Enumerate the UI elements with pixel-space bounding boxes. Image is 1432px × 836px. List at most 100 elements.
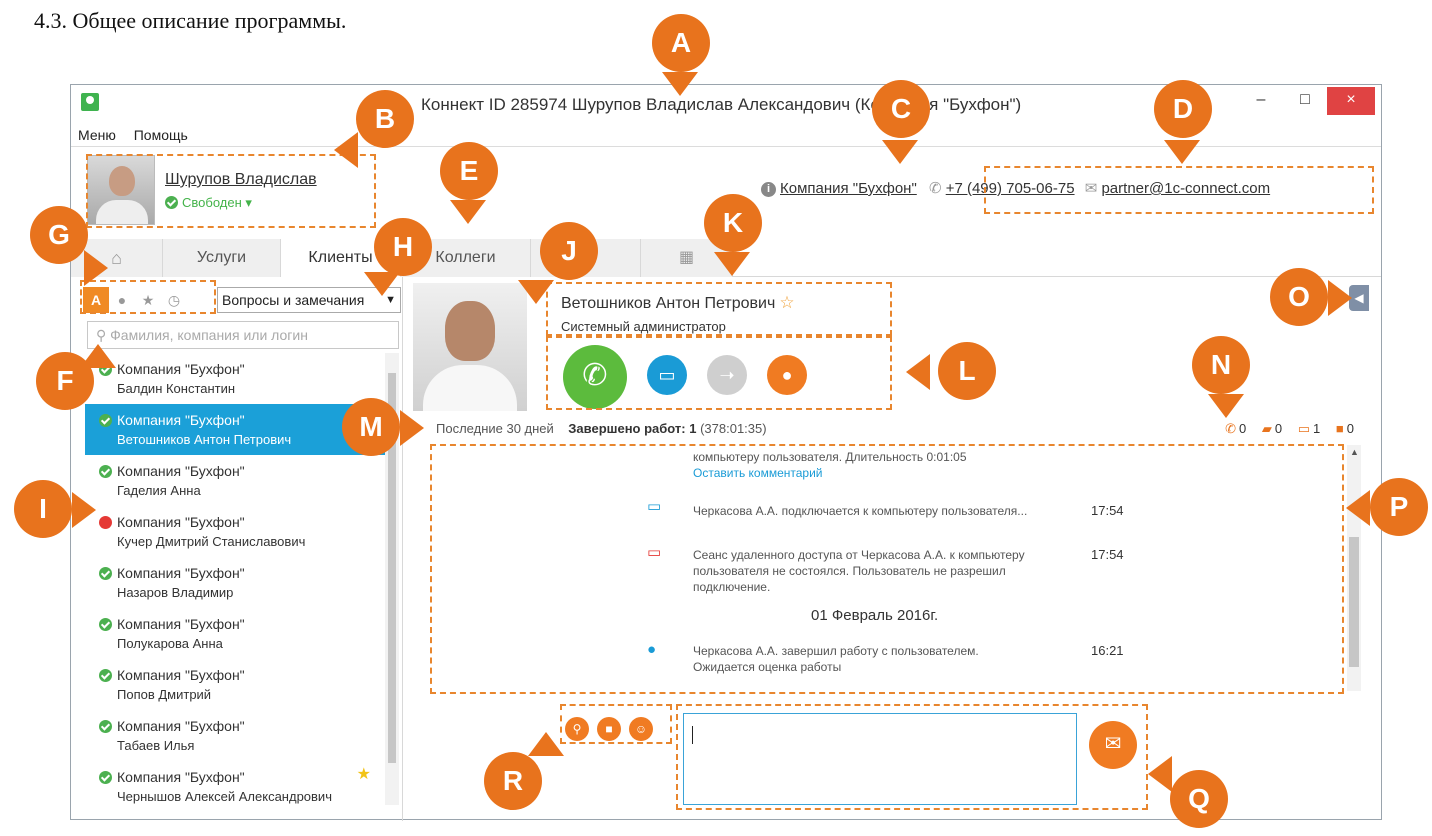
arrow-right-icon <box>84 250 108 286</box>
list-item[interactable]: Компания "Бухфон" Ветошников Антон Петров… <box>85 404 385 455</box>
favorite-star-icon[interactable]: ★ <box>357 765 371 785</box>
arrow-right-icon <box>72 492 96 528</box>
list-item[interactable]: Компания "Бухфон" Гаделия Анна <box>85 455 385 506</box>
chats-count: 0 <box>1274 421 1283 436</box>
arrow-left-icon <box>1346 490 1370 526</box>
pane-divider[interactable] <box>402 277 403 821</box>
online-status-icon <box>99 414 112 427</box>
remote-desktop-icon: ▭ <box>1297 421 1311 436</box>
annotation-marker: I <box>14 480 72 538</box>
calls-count: 0 <box>1239 421 1247 436</box>
contact-company: Компания "Бухфон" <box>117 514 245 530</box>
annotation-frame-d <box>984 166 1374 214</box>
arrow-down-icon <box>364 272 400 296</box>
arrow-right-icon <box>400 410 424 446</box>
maximize-button[interactable]: □ <box>1283 87 1327 115</box>
arrow-left-icon <box>1148 756 1172 792</box>
arrow-up-icon <box>80 344 116 368</box>
contacts-list: Компания "Бухфон" Балдин Константин Компа… <box>85 353 385 805</box>
contact-company: Компания "Бухфон" <box>117 769 245 785</box>
collapse-panel-button[interactable]: ◀ <box>1349 285 1369 311</box>
annotation-marker: E <box>440 142 498 200</box>
annotation-marker: B <box>356 90 414 148</box>
annotation-marker: M <box>342 398 400 456</box>
arrow-down-icon <box>714 252 750 276</box>
window-title: Коннект ID 285974 Шурупов Владислав Алек… <box>421 95 1022 114</box>
contact-name: Балдин Константин <box>117 381 236 396</box>
contact-company: Компания "Бухфон" <box>117 565 245 581</box>
annotation-marker: D <box>1154 80 1212 138</box>
document-heading: 4.3. Общее описание программы. <box>34 8 347 33</box>
menu-item-menu[interactable]: Меню <box>71 123 123 147</box>
contact-photo <box>413 283 527 411</box>
close-button[interactable]: × <box>1327 87 1375 115</box>
contact-company: Компания "Бухфон" <box>117 667 245 683</box>
annotation-marker: O <box>1270 268 1328 326</box>
chevron-left-icon: ◀ <box>1354 291 1364 305</box>
online-status-icon <box>99 771 112 784</box>
arrow-down-icon <box>662 72 698 96</box>
annotation-marker: R <box>484 752 542 810</box>
annotation-marker: A <box>652 14 710 72</box>
list-item[interactable]: Компания "Бухфон" Табаев Илья <box>85 710 385 761</box>
contact-company: Компания "Бухфон" <box>117 463 245 479</box>
activity-summary: Последние 30 дней Завершено работ: 1 (37… <box>436 421 1366 443</box>
contact-name: Кучер Дмитрий Станиславович <box>117 534 306 549</box>
list-item[interactable]: Компания "Бухфон" Балдин Константин <box>85 353 385 404</box>
arrow-right-icon <box>1328 280 1352 316</box>
tab-services[interactable]: Услуги <box>163 239 281 277</box>
annotation-marker: N <box>1192 336 1250 394</box>
search-input[interactable]: ⚲ Фамилия, компания или логин <box>87 321 399 349</box>
arrow-down-icon <box>450 200 486 224</box>
saved-count: 0 <box>1346 421 1354 436</box>
arrow-down-icon <box>518 280 554 304</box>
contact-name: Табаев Илья <box>117 738 195 753</box>
contact-name: Попов Дмитрий <box>117 687 212 702</box>
period-label[interactable]: Последние 30 дней <box>436 421 554 436</box>
home-icon: ⌂ <box>111 248 122 268</box>
list-item[interactable]: Компания "Бухфон" Кучер Дмитрий Станислав… <box>85 506 385 557</box>
arrow-down-icon <box>1208 394 1244 418</box>
contact-company: Компания "Бухфон" <box>117 361 245 377</box>
scrollbar-thumb[interactable] <box>1349 537 1359 667</box>
save-icon: ■ <box>1335 421 1344 436</box>
company-link[interactable]: Компания "Бухфон" <box>780 180 917 197</box>
list-item[interactable]: Компания "Бухфон" Назаров Владимир <box>85 557 385 608</box>
annotation-marker: G <box>30 206 88 264</box>
annotation-marker: L <box>938 342 996 400</box>
arrow-down-icon <box>882 140 918 164</box>
annotation-frame-k <box>546 282 892 336</box>
scroll-up-icon[interactable]: ▲ <box>1350 447 1359 457</box>
online-status-icon <box>99 567 112 580</box>
annotation-marker: K <box>704 194 762 252</box>
menu-item-help[interactable]: Помощь <box>127 123 195 147</box>
annotation-marker: C <box>872 80 930 138</box>
annotation-frame-l <box>546 336 892 410</box>
info-icon[interactable]: i <box>761 182 776 197</box>
arrow-up-icon <box>528 732 564 756</box>
category-select-value: Вопросы и замечания <box>222 292 365 308</box>
annotation-marker: Q <box>1170 770 1228 828</box>
list-item[interactable]: Компания "Бухфон" Полукарова Анна <box>85 608 385 659</box>
arrow-left-icon <box>906 354 930 390</box>
minimize-button[interactable]: – <box>1239 87 1283 115</box>
contact-name: Гаделия Анна <box>117 483 201 498</box>
contact-company: Компания "Бухфон" <box>117 718 245 734</box>
online-status-icon <box>99 669 112 682</box>
contact-name: Чернышов Алексей Александрович <box>117 789 332 804</box>
grid-icon: ▦ <box>678 249 695 266</box>
phone-icon: ✆ <box>1225 421 1237 436</box>
app-logo-icon <box>81 93 99 111</box>
completed-time: (378:01:35) <box>700 421 767 436</box>
chat-icon: ▰ <box>1261 421 1272 436</box>
list-item[interactable]: ★ Компания "Бухфон" Чернышов Алексей Алекс… <box>85 761 385 805</box>
activity-counters: ✆ 0 ▰ 0 ▭ 1 ■ 0 <box>1225 421 1366 437</box>
busy-status-icon <box>99 516 112 529</box>
log-scrollbar[interactable]: ▲ <box>1347 445 1361 691</box>
contact-company: Компания "Бухфон" <box>117 616 245 632</box>
annotation-marker: H <box>374 218 432 276</box>
online-status-icon <box>99 618 112 631</box>
list-item[interactable]: Компания "Бухфон" Попов Дмитрий <box>85 659 385 710</box>
annotation-marker: P <box>1370 478 1428 536</box>
search-placeholder: Фамилия, компания или логин <box>110 327 308 343</box>
